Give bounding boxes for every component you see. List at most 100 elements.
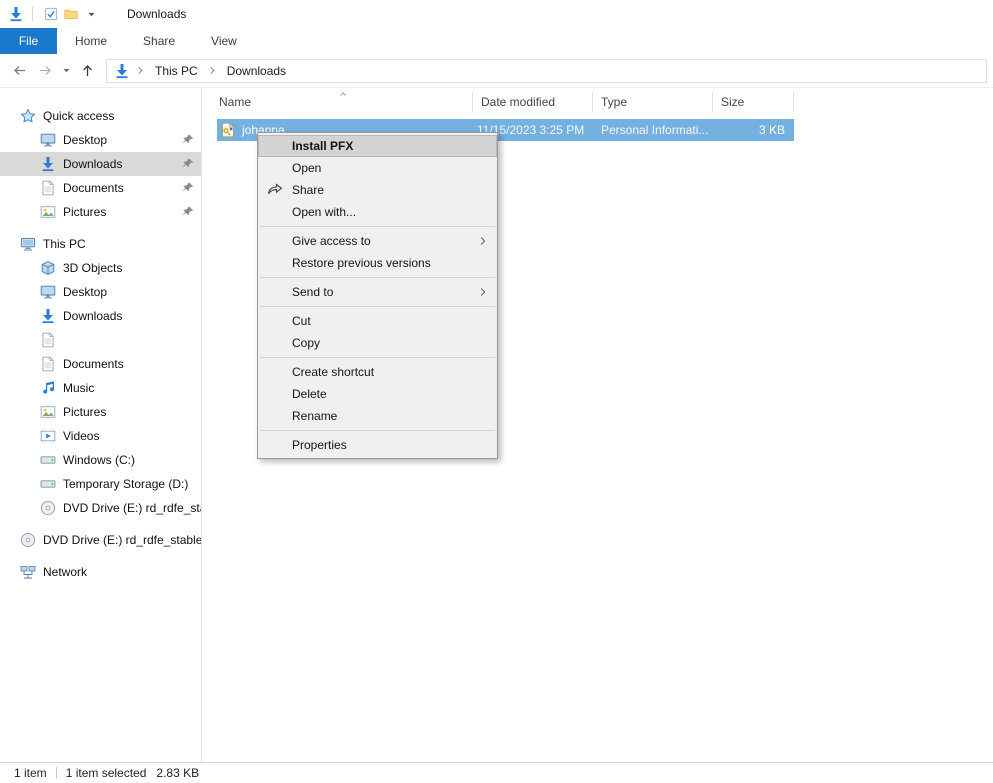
sidebar-label: Downloads	[63, 157, 122, 171]
recent-locations-button[interactable]	[58, 58, 74, 84]
back-button[interactable]	[6, 58, 32, 84]
sidebar-section-network[interactable]: Network	[0, 560, 201, 584]
sidebar-label: Downloads	[63, 309, 122, 323]
menu-item-install-pfx[interactable]: Install PFX	[258, 135, 497, 157]
tab-share[interactable]: Share	[125, 28, 193, 54]
column-header-type[interactable]: Type	[593, 92, 713, 112]
menu-item-give-access-to[interactable]: Give access to	[258, 230, 497, 252]
window-title: Downloads	[127, 7, 186, 21]
menu-item-label: Create shortcut	[292, 365, 374, 379]
sidebar-item-temporary-storage-d[interactable]: Temporary Storage (D:)	[0, 472, 201, 496]
menu-item-label: Restore previous versions	[292, 256, 431, 270]
column-header-row: Name Date modified Type Size	[202, 88, 993, 116]
qat-properties-button[interactable]	[41, 4, 61, 24]
menu-item-cut[interactable]: Cut	[258, 310, 497, 332]
menu-item-open[interactable]: Open	[258, 157, 497, 179]
sidebar-section-quick-access[interactable]: Quick access	[0, 104, 201, 128]
breadcrumb[interactable]: This PC Downloads	[106, 59, 987, 83]
dropdown-icon	[87, 10, 96, 19]
menu-item-rename[interactable]: Rename	[258, 405, 497, 427]
sidebar-item-dvd-drive-e[interactable]: DVD Drive (E:) rd_rdfe_stable	[0, 496, 201, 520]
up-icon	[80, 63, 95, 78]
menu-item-open-with[interactable]: Open with...	[258, 201, 497, 223]
disc-icon	[20, 532, 36, 548]
sidebar-label: Pictures	[63, 405, 106, 419]
sidebar-label: Windows (C:)	[63, 453, 135, 467]
menu-item-share[interactable]: Share	[258, 179, 497, 201]
status-divider	[56, 767, 57, 779]
qat-customize-button[interactable]	[81, 4, 101, 24]
forward-button[interactable]	[32, 58, 58, 84]
downloads-icon	[40, 156, 56, 172]
column-header-size[interactable]: Size	[713, 92, 794, 112]
pin-icon	[182, 181, 195, 194]
tab-view[interactable]: View	[193, 28, 255, 54]
menu-item-copy[interactable]: Copy	[258, 332, 497, 354]
sidebar-label: DVD Drive (E:) rd_rdfe_stable	[63, 501, 201, 515]
sidebar-label: DVD Drive (E:) rd_rdfe_stable.T	[43, 533, 201, 547]
menu-item-create-shortcut[interactable]: Create shortcut	[258, 361, 497, 383]
sidebar-item-music[interactable]: Music	[0, 376, 201, 400]
sidebar-item-unnamed[interactable]	[0, 328, 201, 352]
menu-item-label: Give access to	[292, 234, 371, 248]
downloads-icon	[40, 308, 56, 324]
sidebar-item-documents[interactable]: Documents	[0, 176, 201, 200]
context-menu: Install PFX Open Share Open with... Give…	[257, 132, 498, 459]
sidebar-label: This PC	[43, 237, 86, 251]
status-selection: 1 item selected	[66, 766, 147, 780]
drive-icon	[40, 476, 56, 492]
pictures-icon	[40, 204, 56, 220]
qat-new-folder-button[interactable]	[61, 4, 81, 24]
menu-item-label: Delete	[292, 387, 327, 401]
tab-file[interactable]: File	[0, 28, 57, 54]
sidebar-item-pictures[interactable]: Pictures	[0, 200, 201, 224]
chevron-right-icon	[136, 66, 145, 75]
sidebar-label: Documents	[63, 181, 124, 195]
sidebar-section-dvd-drive[interactable]: DVD Drive (E:) rd_rdfe_stable.T	[0, 528, 201, 552]
sidebar-label: Quick access	[43, 109, 114, 123]
sidebar-section-this-pc[interactable]: This PC	[0, 232, 201, 256]
status-selection-size: 2.83 KB	[156, 766, 199, 780]
menu-separator	[260, 430, 495, 431]
sort-ascending-icon	[337, 89, 349, 99]
sidebar-label: Videos	[63, 429, 99, 443]
menu-item-label: Properties	[292, 438, 347, 452]
sidebar-item-pictures-pc[interactable]: Pictures	[0, 400, 201, 424]
pictures-icon	[40, 404, 56, 420]
sidebar-item-3d-objects[interactable]: 3D Objects	[0, 256, 201, 280]
sidebar-item-documents-pc[interactable]: Documents	[0, 352, 201, 376]
sidebar-item-videos[interactable]: Videos	[0, 424, 201, 448]
menu-item-label: Open with...	[292, 205, 356, 219]
menu-item-restore-previous-versions[interactable]: Restore previous versions	[258, 252, 497, 274]
menu-item-label: Cut	[292, 314, 311, 328]
menu-item-properties[interactable]: Properties	[258, 434, 497, 456]
sidebar-item-downloads-pc[interactable]: Downloads	[0, 304, 201, 328]
disc-icon	[40, 500, 56, 516]
document-icon	[40, 180, 56, 196]
sidebar-label: Pictures	[63, 205, 106, 219]
document-icon	[40, 356, 56, 372]
sidebar-item-desktop-pc[interactable]: Desktop	[0, 280, 201, 304]
pin-icon	[182, 133, 195, 146]
music-icon	[40, 380, 56, 396]
tab-home[interactable]: Home	[57, 28, 125, 54]
sidebar-item-windows-c[interactable]: Windows (C:)	[0, 448, 201, 472]
submenu-chevron-icon	[478, 286, 488, 298]
menu-item-label: Copy	[292, 336, 320, 350]
sidebar-item-downloads[interactable]: Downloads	[0, 152, 201, 176]
column-header-date-modified[interactable]: Date modified	[473, 92, 593, 112]
sidebar-gap	[0, 552, 201, 560]
menu-item-send-to[interactable]: Send to	[258, 281, 497, 303]
titlebar-separator	[32, 7, 33, 21]
address-bar-row: This PC Downloads	[0, 54, 993, 88]
menu-item-delete[interactable]: Delete	[258, 383, 497, 405]
sidebar-label: Desktop	[63, 133, 107, 147]
up-button[interactable]	[74, 58, 100, 84]
navigation-pane: Quick access Desktop Downloads Documents…	[0, 88, 202, 762]
sidebar-item-desktop[interactable]: Desktop	[0, 128, 201, 152]
3d-objects-icon	[40, 260, 56, 276]
sidebar-gap	[0, 520, 201, 528]
breadcrumb-this-pc[interactable]: This PC	[151, 64, 202, 78]
dropdown-icon	[62, 66, 71, 75]
breadcrumb-downloads[interactable]: Downloads	[223, 64, 290, 78]
